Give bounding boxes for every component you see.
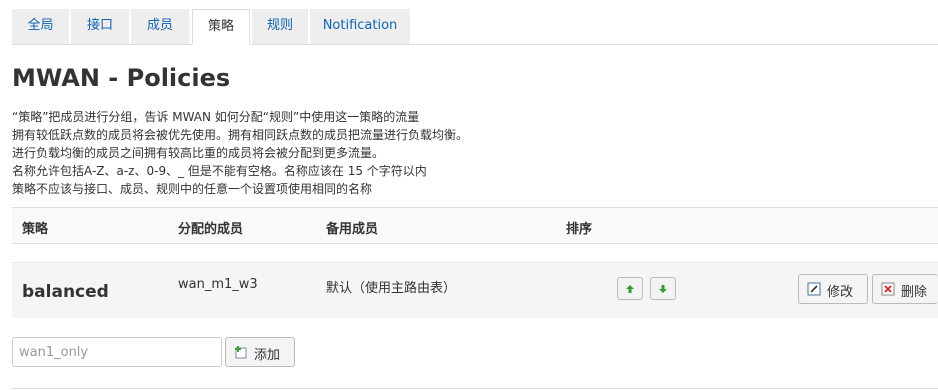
delete-button[interactable]: 删除 <box>872 274 938 304</box>
delete-icon <box>881 282 895 296</box>
divider <box>12 388 938 389</box>
tab-notification[interactable]: Notification <box>310 9 410 44</box>
description-line: 策略不应该与接口、成员、规则中的任意一个设置项使用相同的名称 <box>12 182 373 196</box>
new-policy-name-input[interactable] <box>12 337 222 367</box>
arrow-down-icon <box>659 285 667 293</box>
description-line: 进行负载均衡的成员之间拥有较高比重的成员将会被分配到更多流量。 <box>12 146 385 160</box>
add-icon <box>235 346 247 359</box>
tab-global[interactable]: 全局 <box>12 9 69 44</box>
move-down-button[interactable] <box>650 277 676 300</box>
edit-icon <box>807 282 821 296</box>
description-line: 拥有较低跃点数的成员将会被优先使用。拥有相同跃点数的成员把流量进行负载均衡。 <box>12 128 469 142</box>
assigned-members: wan_m1_w3 <box>178 277 258 292</box>
move-up-button[interactable] <box>617 277 643 300</box>
tab-members[interactable]: 成员 <box>131 9 189 44</box>
table-row: balanced wan_m1_w3 默认（使用主路由表） 修改 删除 <box>12 262 938 318</box>
description: “策略”把成员进行分组，告诉 MWAN 如何分配“规则”中使用这一策略的流量 拥… <box>12 108 468 198</box>
backup-members: 默认（使用主路由表） <box>326 281 457 296</box>
table-header: 策略 分配的成员 备用成员 排序 <box>12 207 938 244</box>
edit-button[interactable]: 修改 <box>798 274 868 304</box>
edit-label: 修改 <box>827 285 854 300</box>
tab-policies[interactable]: 策略 <box>192 9 250 45</box>
header-policy: 策略 <box>22 222 49 237</box>
add-label: 添加 <box>254 348 281 363</box>
delete-label: 删除 <box>901 285 928 300</box>
policy-name: balanced <box>22 282 109 302</box>
tab-rules[interactable]: 规则 <box>252 9 308 44</box>
arrow-up-icon <box>626 285 634 293</box>
description-line: 名称允许包括A-Z、a-z、0-9、_ 但是不能有空格。名称应该在 15 个字符… <box>12 164 427 178</box>
header-assigned-members: 分配的成员 <box>178 222 244 237</box>
tab-bar: 全局 接口 成员 策略 规则 Notification <box>12 9 938 45</box>
add-button[interactable]: 添加 <box>225 337 295 367</box>
page-title: MWAN - Policies <box>12 64 231 92</box>
tab-interfaces[interactable]: 接口 <box>71 9 129 44</box>
description-line: “策略”把成员进行分组，告诉 MWAN 如何分配“规则”中使用这一策略的流量 <box>12 110 420 124</box>
header-sort: 排序 <box>566 222 593 237</box>
header-backup-members: 备用成员 <box>326 222 379 237</box>
